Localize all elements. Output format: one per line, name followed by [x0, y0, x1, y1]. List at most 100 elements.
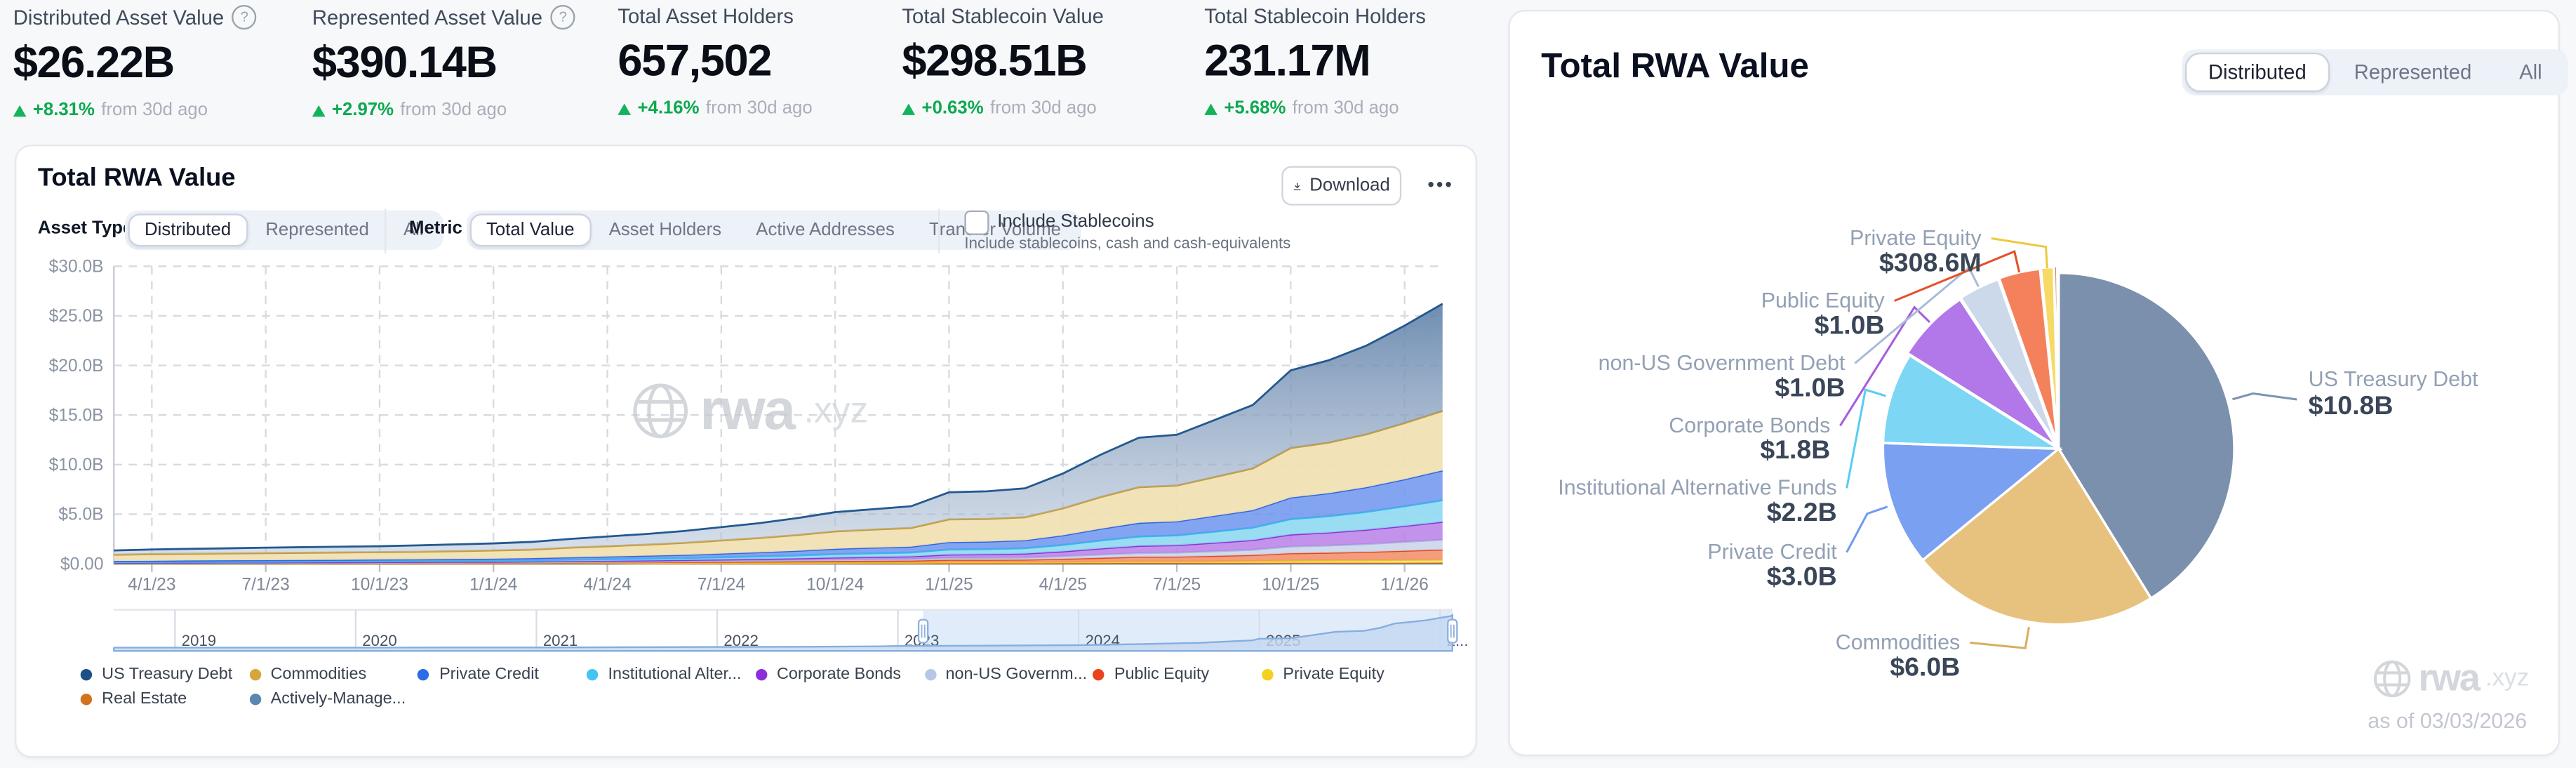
pie-leader-line: [1991, 239, 2048, 269]
stat-value: $298.51B: [902, 37, 1191, 88]
svg-text:$10.0B: $10.0B: [49, 456, 104, 475]
legend-dot: [1093, 669, 1104, 680]
up-triangle-icon: [902, 102, 915, 114]
stat-label: Distributed Asset Value: [13, 6, 224, 29]
minimap-left-handle[interactable]: [919, 620, 928, 643]
download-label: Download: [1309, 176, 1390, 196]
asset-type-option-represented[interactable]: Represented: [249, 213, 385, 246]
legend-item-private-equity[interactable]: Private Equity: [1262, 666, 1384, 684]
legend-label: Public Equity: [1114, 666, 1209, 684]
stat-delta-percent: +4.16%: [637, 98, 699, 118]
svg-text:4/1/24: 4/1/24: [583, 576, 631, 595]
metric-option-active-addresses[interactable]: Active Addresses: [740, 213, 911, 246]
stat-label: Total Asset Holders: [618, 5, 794, 28]
stat-total-asset-holders: Total Asset Holders 657,502 +4.16% from 3…: [618, 5, 907, 119]
pie-callout-label: US Treasury Debt: [2309, 367, 2478, 391]
up-triangle-icon: [312, 105, 326, 116]
pie-asset-type-option-distributed[interactable]: Distributed: [2185, 53, 2329, 92]
pie-callout-value: $308.6M: [1879, 247, 1982, 277]
svg-text:4/1/23: 4/1/23: [128, 576, 175, 595]
stat-value: $26.22B: [13, 38, 302, 89]
legend-label: Institutional Alter...: [608, 666, 742, 684]
stat-represented-asset-value: Represented Asset Value? $390.14B +2.97%…: [312, 5, 601, 120]
pie-callout-value: $1.0B: [1775, 372, 1845, 402]
legend-item-corporate-bonds[interactable]: Corporate Bonds: [756, 666, 901, 684]
stat-delta-suffix: from 30d ago: [706, 98, 813, 118]
help-icon[interactable]: ?: [551, 5, 575, 29]
pie-slice-actively-manage-[interactable]: [2057, 266, 2059, 442]
legend-label: Corporate Bonds: [777, 666, 901, 684]
pie-leader-line: [1847, 507, 1888, 552]
legend-item-institutional-alter-[interactable]: Institutional Alter...: [587, 666, 741, 684]
pie-callout-value: $1.0B: [1815, 310, 1885, 339]
svg-text:7/1/24: 7/1/24: [698, 576, 745, 595]
stat-value: 657,502: [618, 37, 907, 88]
metric-label: Metric: [409, 218, 462, 238]
pie-callout-label: Institutional Alternative Funds: [1558, 476, 1836, 500]
legend-label: Actively-Manage...: [271, 689, 406, 708]
stat-delta-suffix: from 30d ago: [400, 100, 507, 120]
help-icon[interactable]: ?: [232, 5, 257, 29]
svg-text:1/1/24: 1/1/24: [469, 576, 517, 595]
legend-dot: [756, 669, 767, 680]
pie-callout-label: Public Equity: [1761, 289, 1886, 312]
legend-item-commodities[interactable]: Commodities: [249, 666, 366, 684]
svg-text:10/1/24: 10/1/24: [806, 576, 864, 595]
timeline-minimap[interactable]: 20192020202120222023202420252...: [16, 607, 1475, 656]
legend-label: Commodities: [271, 666, 367, 684]
rwa-dashboard: Distributed Asset Value? $26.22B +8.31%f…: [0, 0, 2576, 768]
svg-text:1/1/25: 1/1/25: [925, 576, 973, 595]
legend-item-private-credit[interactable]: Private Credit: [418, 666, 539, 684]
stacked-area-chart[interactable]: $30.0B$25.0B$20.0B$15.0B$10.0B$5.0B$0.00…: [16, 256, 1475, 607]
download-button[interactable]: Download: [1281, 166, 1401, 205]
asset-type-label: Asset Type: [38, 218, 133, 238]
legend-item-real-estate[interactable]: Real Estate: [81, 689, 187, 708]
legend-dot: [81, 669, 92, 680]
pie-asset-type-option-all[interactable]: All: [2496, 53, 2565, 92]
card-title: Total RWA Value: [38, 164, 236, 194]
stat-delta-percent: +0.63%: [922, 98, 984, 118]
minimap-right-handle[interactable]: [1448, 620, 1457, 643]
svg-text:$0.00: $0.00: [60, 555, 104, 574]
pie-callout-label: Corporate Bonds: [1669, 413, 1830, 437]
include-stablecoins-sublabel: Include stablecoins, cash and cash-equiv…: [964, 235, 1290, 253]
legend-item-non-us-governm-[interactable]: non-US Governm...: [924, 666, 1087, 684]
pie-callout-value: $2.2B: [1767, 497, 1837, 527]
as-of-date: as of 03/03/2026: [2368, 708, 2527, 733]
pie-callout-value: $6.0B: [1890, 651, 1960, 681]
stat-delta-suffix: from 30d ago: [101, 100, 208, 120]
stat-value: 231.17M: [1204, 37, 1493, 88]
svg-text:1/1/26: 1/1/26: [1380, 576, 1428, 595]
svg-text:$15.0B: $15.0B: [49, 406, 104, 425]
legend-dot: [249, 669, 260, 680]
legend-dot: [587, 669, 598, 680]
legend-dot: [418, 669, 429, 680]
svg-text:4/1/25: 4/1/25: [1039, 576, 1087, 595]
card-title: Total RWA Value: [1541, 48, 1809, 87]
total-rwa-value-chart-card: Total RWA Value Download ••• Asset Type …: [15, 145, 1477, 757]
more-options-button[interactable]: •••: [1415, 166, 1467, 205]
metric-option-total-value[interactable]: Total Value: [470, 213, 591, 246]
asset-type-option-distributed[interactable]: Distributed: [128, 213, 248, 246]
pie-callout-label: Commodities: [1836, 630, 1961, 654]
stat-total-stablecoin-holders: Total Stablecoin Holders 231.17M +5.68%f…: [1204, 5, 1493, 119]
legend-item-public-equity[interactable]: Public Equity: [1093, 666, 1209, 684]
svg-text:$20.0B: $20.0B: [49, 357, 104, 376]
svg-text:$25.0B: $25.0B: [49, 307, 104, 326]
include-stablecoins-label: Include Stablecoins: [997, 212, 1154, 232]
legend-label: Private Equity: [1283, 666, 1384, 684]
include-stablecoins-checkbox[interactable]: [964, 211, 989, 235]
legend-dot: [924, 669, 935, 680]
metric-option-asset-holders[interactable]: Asset Holders: [592, 213, 738, 246]
asset-type-pie-chart[interactable]: US Treasury Debt$10.8BCommodities$6.0BPr…: [1510, 100, 2558, 755]
svg-text:7/1/25: 7/1/25: [1153, 576, 1201, 595]
svg-text:10/1/25: 10/1/25: [1262, 576, 1319, 595]
stat-delta-suffix: from 30d ago: [990, 98, 1097, 118]
pie-asset-type-toggle: DistributedRepresentedAll: [2182, 49, 2568, 95]
legend-item-us-treasury-debt[interactable]: US Treasury Debt: [81, 666, 233, 684]
legend-item-actively-manage-[interactable]: Actively-Manage...: [249, 689, 406, 708]
stat-delta-percent: +2.97%: [332, 100, 394, 120]
stat-delta-suffix: from 30d ago: [1293, 98, 1399, 118]
pie-asset-type-option-represented[interactable]: Represented: [2331, 53, 2495, 92]
pie-callout-value: $10.8B: [2309, 390, 2394, 420]
